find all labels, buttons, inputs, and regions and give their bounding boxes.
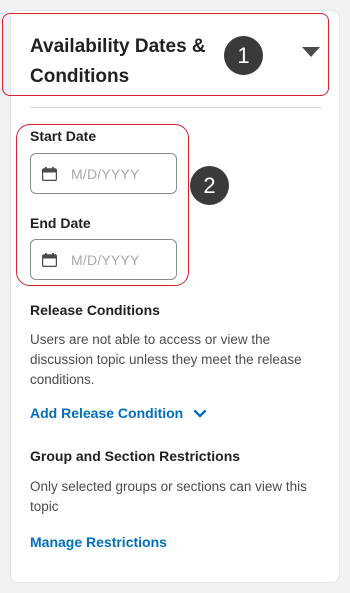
calendar-icon	[42, 253, 57, 267]
section-title: Availability Dates & Conditions	[30, 36, 206, 87]
step-badge-2: 2	[190, 166, 229, 205]
add-release-condition-label: Add Release Condition	[30, 405, 184, 421]
restrictions-heading: Group and Section Restrictions	[30, 448, 241, 464]
section-divider	[30, 107, 321, 108]
start-date-input[interactable]: M/D/YYYY	[30, 153, 177, 194]
start-date-label: Start Date	[30, 128, 97, 144]
manage-restrictions-link[interactable]: Manage Restrictions	[30, 534, 167, 550]
start-date-placeholder: M/D/YYYY	[71, 166, 140, 182]
chevron-down-icon	[193, 410, 207, 418]
calendar-icon	[42, 167, 57, 181]
end-date-placeholder: M/D/YYYY	[71, 252, 140, 268]
restrictions-description: Only selected groups or sections can vie…	[30, 479, 307, 514]
release-conditions-heading: Release Conditions	[30, 302, 160, 318]
end-date-label: End Date	[30, 215, 91, 231]
caret-down-icon[interactable]	[302, 47, 320, 57]
release-conditions-description: Users are not able to access or view the…	[30, 332, 302, 387]
end-date-input[interactable]: M/D/YYYY	[30, 239, 177, 280]
step-badge-1: 1	[224, 36, 263, 75]
add-release-condition-button[interactable]: Add Release Condition	[30, 405, 207, 421]
